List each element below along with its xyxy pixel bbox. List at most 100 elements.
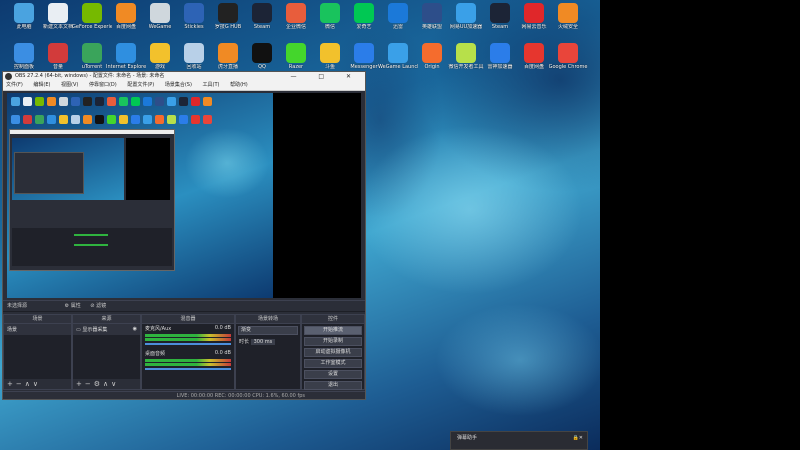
sources-footer: +−⚙∧∨ (73, 379, 140, 389)
down-icon[interactable]: ∨ (33, 380, 41, 388)
app-icon (218, 3, 238, 23)
preview-canvas[interactable] (7, 93, 361, 312)
add-icon[interactable]: + (76, 380, 85, 388)
mini-icon (107, 115, 116, 124)
menu-edit[interactable]: 编辑(E) (33, 82, 50, 88)
volume-meter (145, 359, 231, 362)
gear-icon[interactable]: ⚙ (65, 303, 69, 309)
app-icon (354, 43, 374, 63)
app-icon (252, 43, 272, 63)
app-icon (320, 3, 340, 23)
nested-desktop-capture (7, 93, 273, 298)
transitions-header: 场景转场 (236, 315, 300, 324)
start-recording-button[interactable]: 开始录制 (304, 337, 362, 346)
status-bar: LIVE: 00:00:00 REC: 00:00:00 CPU: 1.6%, … (3, 391, 365, 399)
sources-panel: 来源 ▭ 显示器采集 ◉ +−⚙∧∨ (72, 314, 141, 390)
eye-icon[interactable]: ◉ (133, 326, 137, 332)
mini-icon (191, 97, 200, 106)
app-icon (48, 3, 68, 23)
mini-icon (203, 97, 212, 106)
menu-docks[interactable]: 停靠窗口(D) (89, 82, 117, 88)
desktop-icon-label: Google Chrome (548, 64, 588, 70)
mini-icon (83, 115, 92, 124)
menu-help[interactable]: 帮助(H) (230, 82, 248, 88)
obs-window-title: OBS 27.2.4 (64-bit, windows) - 配置文件: 未命名… (15, 73, 165, 79)
app-icon (524, 3, 544, 23)
filter-icon[interactable]: ⊘ (90, 303, 94, 309)
down-icon[interactable]: ∨ (111, 380, 119, 388)
up-icon[interactable]: ∧ (25, 380, 33, 388)
mini-icon (131, 115, 140, 124)
mini-icon (131, 97, 140, 106)
remove-icon[interactable]: − (16, 380, 25, 388)
danmu-widget[interactable]: 弹幕助手 🔒✕ (450, 431, 588, 450)
scenes-header: 场景 (4, 315, 71, 324)
filters-button[interactable]: 滤镜 (96, 303, 106, 309)
obs-window[interactable]: OBS 27.2.4 (64-bit, windows) - 配置文件: 未命名… (2, 71, 366, 400)
scene-item[interactable]: 场景 (4, 324, 71, 335)
studio-mode-button[interactable]: 工作室模式 (304, 359, 362, 368)
menu-profile[interactable]: 配置文件(P) (127, 82, 154, 88)
desktop-icon[interactable]: 火绒安全 (548, 3, 588, 30)
settings-button[interactable]: 设置 (304, 370, 362, 379)
duration-input[interactable]: 300 ms (250, 339, 276, 345)
start-streaming-button[interactable]: 开始推流 (304, 326, 362, 335)
app-icon (388, 3, 408, 23)
mini-icon (59, 115, 68, 124)
volume-meter (145, 334, 231, 337)
desktop-icon[interactable]: Google Chrome (548, 43, 588, 70)
mini-icon (11, 115, 20, 124)
source-item[interactable]: ▭ 显示器采集 ◉ (73, 324, 140, 335)
menu-view[interactable]: 视图(V) (61, 82, 78, 88)
app-icon (82, 43, 102, 63)
mini-icon (95, 115, 104, 124)
remove-icon[interactable]: − (85, 380, 94, 388)
app-icon (558, 3, 578, 23)
obs-menubar: 文件(F) 编辑(E) 视图(V) 停靠窗口(D) 配置文件(P) 场景集合(S… (3, 81, 365, 91)
volume-slider[interactable] (145, 368, 231, 370)
menu-tools[interactable]: 工具(T) (203, 82, 220, 88)
desktop-icon-label: 火绒安全 (557, 24, 578, 30)
source-item-label: 显示器采集 (82, 327, 108, 333)
mini-icon (107, 97, 116, 106)
obs-titlebar[interactable]: OBS 27.2.4 (64-bit, windows) - 配置文件: 未命名… (3, 72, 365, 81)
up-icon[interactable]: ∧ (103, 380, 111, 388)
channel-name: 桌面音频 (145, 351, 166, 357)
desktop: 此电脑新建文本文档GeForce Experience百度网盘WeGameSti… (0, 0, 600, 450)
minimize-button[interactable]: — (290, 73, 306, 80)
mini-icon (155, 115, 164, 124)
app-icon (150, 3, 170, 23)
add-icon[interactable]: + (7, 380, 16, 388)
app-icon (14, 43, 34, 63)
maximize-button[interactable]: □ (318, 73, 334, 80)
mini-icon (119, 115, 128, 124)
app-icon (320, 43, 340, 63)
close-button[interactable]: ✕ (346, 73, 361, 80)
transition-select[interactable]: 渐变 (238, 326, 298, 335)
menu-scene-collection[interactable]: 场景集合(S) (165, 82, 192, 88)
mini-icon (11, 97, 20, 106)
menu-file[interactable]: 文件(F) (6, 82, 23, 88)
mini-icon (191, 115, 200, 124)
exit-button[interactable]: 退出 (304, 381, 362, 390)
nested-icon-row (11, 97, 212, 107)
app-icon (456, 43, 476, 63)
mini-icon (71, 115, 80, 124)
properties-button[interactable]: 属性 (71, 303, 81, 309)
nested-obs-window (9, 129, 175, 271)
app-icon (252, 3, 272, 23)
mini-icon (167, 97, 176, 106)
app-icon (184, 3, 204, 23)
virtual-camera-button[interactable]: 启动虚拟摄像机 (304, 348, 362, 357)
channel-db: 0.0 dB (214, 350, 231, 356)
mini-icon (155, 97, 164, 106)
lock-icon[interactable]: 🔒✕ (573, 432, 583, 444)
mini-icon (179, 115, 188, 124)
gear-icon[interactable]: ⚙ (94, 380, 103, 388)
app-icon (184, 43, 204, 63)
volume-slider[interactable] (145, 343, 231, 345)
mixer-panel: 混音器 麦克风/Aux 0.0 dB 桌面音频 0.0 dB (141, 314, 235, 390)
mini-icon (71, 97, 80, 106)
app-icon (558, 43, 578, 63)
black-area (600, 0, 800, 450)
